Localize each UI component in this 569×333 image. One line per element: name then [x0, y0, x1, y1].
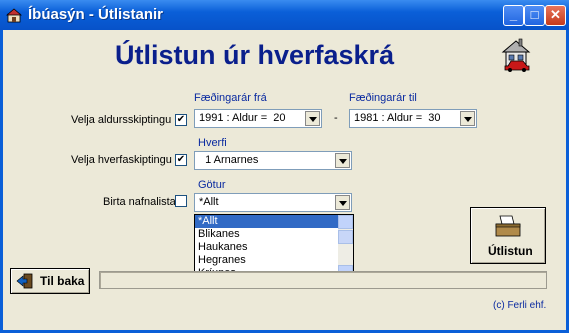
list-item[interactable]: Haukanes — [195, 241, 353, 254]
scroll-thumb[interactable] — [338, 230, 353, 244]
scroll-up-icon[interactable] — [338, 215, 353, 229]
district-split-checkbox[interactable]: ✔ — [175, 154, 187, 166]
list-item[interactable]: *Allt — [195, 215, 353, 228]
back-button-label: Til baka — [40, 274, 85, 288]
app-window: Íbúasýn - Útlistanir _ □ ✕ Útlistun úr h… — [0, 0, 569, 333]
page-title: Útlistun úr hverfaskrá — [115, 40, 395, 70]
district-value: 1 Arnarnes — [199, 154, 259, 166]
streets-label: Götur — [198, 179, 226, 191]
birth-year-from-label: Fæðingarár frá — [194, 92, 267, 104]
chevron-down-icon[interactable] — [335, 153, 350, 168]
list-item[interactable]: Blikanes — [195, 228, 353, 241]
house-car-icon — [501, 38, 531, 72]
output-button-label: Útlistun — [488, 244, 533, 258]
show-names-checkbox[interactable] — [175, 195, 187, 207]
district-select[interactable]: 1 Arnarnes — [194, 151, 352, 170]
chevron-down-icon[interactable] — [305, 111, 320, 126]
minimize-button[interactable]: _ — [503, 5, 524, 26]
chevron-down-icon[interactable] — [460, 111, 475, 126]
list-scrollbar[interactable] — [338, 215, 353, 279]
window-title: Íbúasýn - Útlistanir — [28, 6, 164, 23]
chevron-down-icon[interactable] — [335, 195, 350, 210]
close-button[interactable]: ✕ — [545, 5, 566, 26]
birth-year-from-select[interactable]: 1991 : Aldur = 20 — [194, 109, 322, 128]
show-names-label: Birta nafnalista — [103, 196, 176, 208]
district-split-label: Velja hverfaskiptingu — [71, 154, 172, 166]
list-item[interactable]: Hegranes — [195, 254, 353, 267]
age-split-label: Velja aldursskiptingu — [71, 114, 172, 126]
streets-value: *Allt — [199, 196, 219, 208]
progress-bar — [99, 271, 547, 289]
printer-icon — [495, 215, 521, 237]
range-dash: - — [334, 112, 338, 124]
back-button[interactable]: Til baka — [10, 268, 90, 294]
birth-year-to-select[interactable]: 1981 : Aldur = 30 — [349, 109, 477, 128]
birth-year-from-value: 1991 : Aldur = 20 — [199, 112, 286, 124]
exit-door-icon — [16, 273, 33, 289]
age-split-checkbox[interactable]: ✔ — [175, 114, 187, 126]
app-icon — [6, 8, 22, 23]
client-area: Útlistun úr hverfaskrá Fæðingarár frá Fæ… — [3, 30, 566, 330]
birth-year-to-label: Fæðingarár til — [349, 92, 417, 104]
title-bar[interactable]: Íbúasýn - Útlistanir _ □ ✕ — [0, 0, 569, 30]
copyright-text: (c) Ferli ehf. — [493, 300, 547, 311]
birth-year-to-value: 1981 : Aldur = 30 — [354, 112, 441, 124]
district-label: Hverfi — [198, 137, 227, 149]
maximize-button[interactable]: □ — [524, 5, 545, 26]
output-button[interactable]: Útlistun — [470, 207, 546, 264]
streets-select[interactable]: *Allt — [194, 193, 352, 212]
